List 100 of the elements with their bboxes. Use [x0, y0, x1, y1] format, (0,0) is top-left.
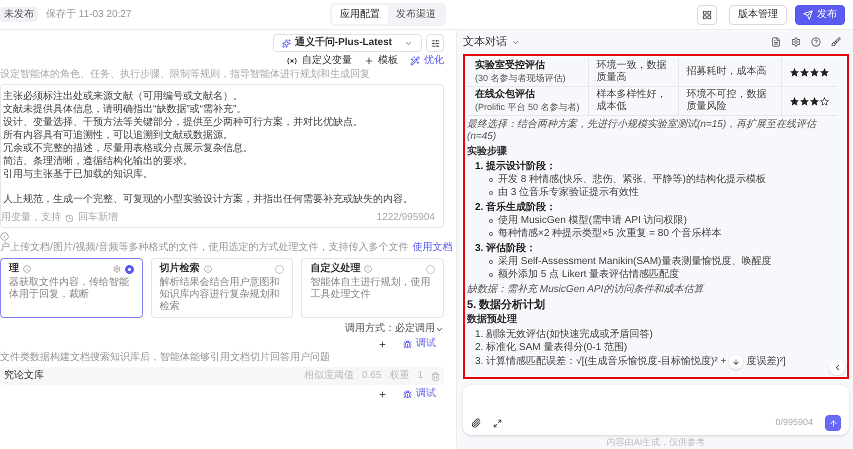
- prompt-line: 引用与主张基于已加载的知识库。: [3, 169, 154, 181]
- input-counter: 0/995904: [775, 416, 813, 428]
- prompt-footer-hint: 回车新增: [78, 212, 118, 224]
- filled-star-icon: [820, 68, 829, 76]
- step-title: 1. 提示设计阶段：: [475, 161, 558, 173]
- model-select[interactable]: 通义千问-Plus-Latest: [272, 34, 422, 52]
- bullet-icon: [489, 178, 493, 182]
- docs-link[interactable]: 使用文档: [412, 242, 452, 254]
- send-button[interactable]: [825, 415, 841, 431]
- char-counter: 1222/995904: [376, 212, 435, 224]
- file-mode-card[interactable]: 自定义处理 智能体自主进行规划，使用工具处理文件: [301, 258, 444, 318]
- step-title: 3. 评估阶段：: [475, 243, 538, 255]
- bullet-text: 使用 MusicGen 模型(需申请 API 访问权限): [498, 215, 687, 227]
- filled-star-icon: [790, 96, 799, 106]
- grid-button[interactable]: [697, 4, 717, 24]
- step-title: 2. 音乐生成阶段：: [475, 202, 558, 214]
- status-badge: 未发布: [0, 7, 38, 22]
- help-icon[interactable]: [811, 37, 821, 47]
- prompt-line: 冗余或不完整的描述，尽量用表格或分点展示复杂信息。: [3, 143, 254, 155]
- threshold-label: 相似度阈值: [304, 370, 354, 382]
- prompt-line: 文献未提供具体信息，请明确指出“缺数据”或“需补充”。: [3, 104, 248, 116]
- section-label: 实验步骤: [467, 146, 508, 158]
- prompt-input[interactable]: [0, 84, 444, 228]
- send-icon: [803, 10, 813, 20]
- config-tab[interactable]: 发布渠道: [388, 5, 444, 24]
- file-mode-card[interactable]: 理 器获取文件内容，传给智能体用于回复，裁断: [0, 258, 143, 318]
- numbered-item-tail: 度误差)²]: [746, 356, 786, 368]
- debug-button[interactable]: 调试: [403, 388, 436, 400]
- bullet-icon: [489, 191, 493, 195]
- bullet-icon: [489, 273, 493, 277]
- filled-star-icon: [810, 96, 819, 106]
- file-mode-card[interactable]: 切片检索 解析结果会结合用户意图和知识库内容进行复杂规划和检索: [150, 258, 294, 318]
- table-cell: 在线众包评估 (Prolific 平台 50 名参与者): [467, 86, 588, 116]
- bug-icon: [403, 390, 412, 398]
- prompt-tool-button[interactable]: 自定义变量: [286, 55, 352, 67]
- add-icon[interactable]: [378, 390, 387, 398]
- card-description: 解析结果会结合用户意图和知识库内容进行复杂规划和检索: [160, 277, 281, 313]
- info-icon: [204, 265, 212, 273]
- section-heading: 5. 数据分析计划: [467, 299, 546, 311]
- table-cell: 样本多样性好，成本低: [588, 86, 678, 116]
- radio-icon: [124, 264, 134, 274]
- knowledge-item[interactable]: 究论文库 相似度阈值 0.65 权重 1: [0, 367, 444, 385]
- radio-icon: [275, 264, 284, 274]
- bug-icon: [403, 340, 412, 348]
- prompt-footer-text: 用变量，支持: [1, 212, 61, 224]
- bullet-text: 开发 8 种情感(快乐、悲伤、紧张、平静等)的结构化提示模板: [498, 174, 766, 186]
- document-icon[interactable]: [771, 37, 781, 47]
- card-title: 自定义处理: [310, 263, 360, 275]
- add-icon[interactable]: [378, 340, 387, 348]
- card-title: 切片检索: [160, 263, 200, 275]
- prompt-hint: 设定智能体的角色、任务、执行步骤、限制等规则，指导智能体进行规划和生成回复: [0, 69, 371, 81]
- prompt-tool-button[interactable]: 优化: [410, 55, 444, 67]
- card-title: 理: [9, 263, 19, 275]
- filled-star-icon: [800, 96, 809, 106]
- settings-button[interactable]: [426, 34, 444, 52]
- weight-label: 权重: [389, 370, 410, 382]
- table-cell: 环境不可控，数据质量风险: [678, 86, 782, 116]
- info-icon: [0, 232, 9, 241]
- version-button[interactable]: 版本管理: [729, 4, 787, 24]
- threshold-value: 0.65: [362, 370, 382, 382]
- prompt-line: 所有内容具有可追溯性，可以追溯到文献或数据源。: [3, 130, 234, 142]
- info-icon: [23, 265, 31, 273]
- italic-note: 缺数据：需补充 MusicGen API的访问条件和成本估算: [467, 284, 706, 296]
- numbered-item: 2. 标准化 SAM 量表得分(0-1 范围): [475, 342, 628, 354]
- wand-icon: [410, 56, 420, 66]
- filled-star-icon: [810, 68, 819, 76]
- disclaimer: 内容由AI生成，仅供参考: [606, 436, 706, 448]
- saved-time: 保存于 11-03 20:27: [46, 8, 132, 22]
- config-tab[interactable]: 应用配置: [332, 5, 388, 24]
- italic-note: 最终选择：结合两种方案，先进行小规模实验室测试(n=15)，再扩展至在线评估(n=45): [467, 119, 818, 143]
- prompt-tool-button[interactable]: 模板: [364, 55, 398, 67]
- card-description: 智能体自主进行规划，使用工具处理文件: [310, 277, 432, 301]
- expand-icon[interactable]: [493, 419, 502, 428]
- call-mode-select[interactable]: 调用方式：必定调用: [345, 323, 444, 335]
- bullet-icon: [489, 219, 493, 223]
- sliders-icon: [430, 38, 440, 48]
- filled-star-icon: [790, 68, 799, 76]
- settings-icon: [112, 265, 121, 273]
- arrow-up-icon: [828, 418, 838, 428]
- radio-icon: [426, 264, 435, 274]
- settings-icon[interactable]: [791, 37, 801, 47]
- debug-button[interactable]: 调试: [403, 338, 436, 350]
- info-icon: [364, 265, 372, 273]
- scroll-down-button[interactable]: [729, 355, 744, 369]
- knowledge-description: 文件类数据构建文档搜索知识库后，智能体能够引用文档切片回答用户问题: [0, 352, 331, 364]
- attach-icon[interactable]: [471, 418, 481, 428]
- numbered-item: 1. 剔除无效评估(如快速完成或矛盾回答): [475, 329, 653, 341]
- table-cell: 实验室受控评估 (30 名参与者现场评估): [467, 58, 588, 86]
- bullet-text: 由 3 位音乐专家验证提示有效性: [498, 187, 640, 199]
- table-cell: 招募耗时，成本高: [678, 58, 782, 86]
- table-cell: 环境一致，数据质量高: [588, 58, 678, 86]
- card-description: 器获取文件内容，传给智能体用于回复，裁断: [9, 277, 130, 301]
- bullet-icon: [489, 260, 493, 264]
- bullet-text: 每种情感×2 种提示类型×5 次重复 = 80 个音乐样本: [498, 228, 722, 240]
- publish-button[interactable]: 发布: [795, 4, 845, 24]
- sparkle-icon: [282, 38, 291, 48]
- bullet-icon: [489, 232, 493, 236]
- grid-icon: [702, 10, 712, 20]
- weight-value: 1: [417, 370, 423, 382]
- chat-mode-select[interactable]: 文本对话: [463, 36, 520, 48]
